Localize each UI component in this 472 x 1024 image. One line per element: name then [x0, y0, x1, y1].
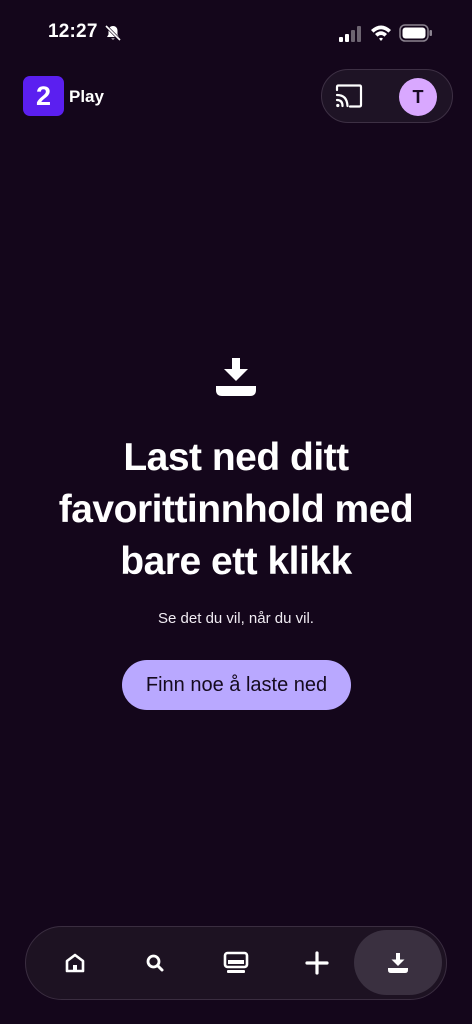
headline-line: bare ett klikk: [120, 540, 352, 583]
search-icon: [144, 952, 166, 974]
signal-icon: [339, 26, 363, 42]
headline-line: Last ned ditt: [123, 436, 349, 479]
download-icon: [387, 952, 409, 974]
status-time: 12:27: [48, 21, 98, 42]
tv-icon: [223, 951, 249, 975]
nav-home[interactable]: [45, 927, 105, 998]
wifi-icon: [370, 24, 392, 42]
cast-icon: [335, 84, 363, 108]
battery-icon: [399, 24, 433, 42]
brand-logo[interactable]: 2: [23, 76, 64, 116]
cast-button[interactable]: [334, 82, 364, 110]
bell-off-icon: [104, 24, 122, 42]
nav-tv[interactable]: [206, 927, 266, 998]
nav-add[interactable]: [287, 927, 347, 998]
nav-downloads[interactable]: [354, 930, 442, 995]
download-icon: [215, 358, 257, 398]
status-bar: 12:27: [0, 0, 472, 66]
find-downloads-button[interactable]: Finn noe å laste ned: [122, 660, 351, 710]
home-icon: [64, 952, 86, 974]
avatar-initial: T: [412, 86, 424, 107]
header-actions: T: [321, 69, 453, 123]
empty-state-headline: Last ned ditt favorittinnhold med bare e…: [0, 432, 472, 588]
nav-search[interactable]: [125, 927, 185, 998]
bottom-nav: [25, 926, 447, 1000]
plus-icon: [305, 950, 329, 975]
empty-state-subtitle: Se det du vil, når du vil.: [158, 610, 314, 627]
logo-text: Play: [69, 87, 104, 106]
avatar[interactable]: T: [399, 78, 437, 116]
headline-line: favorittinnhold med: [58, 488, 414, 531]
logo-number: 2: [35, 80, 52, 111]
